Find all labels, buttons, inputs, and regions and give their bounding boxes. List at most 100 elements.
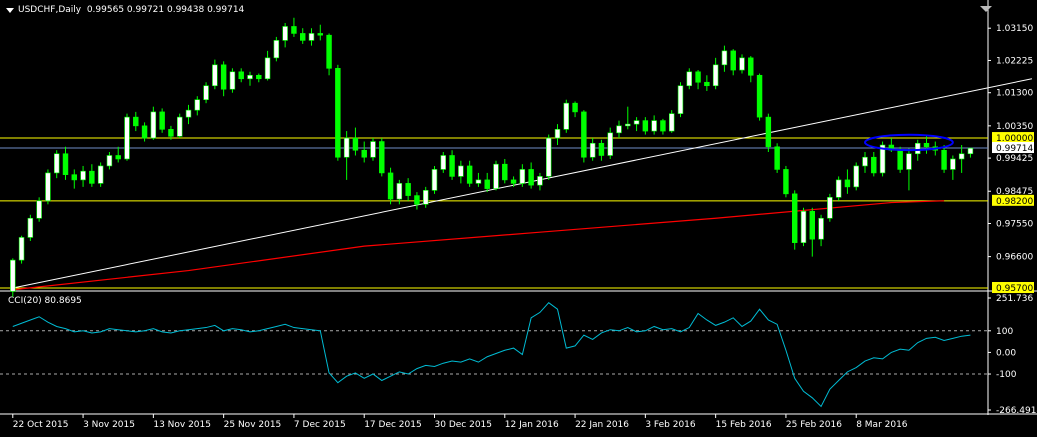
candle-body — [89, 170, 95, 184]
candle — [721, 45, 728, 72]
price-chart[interactable]: 1.031501.022251.013001.003500.994250.984… — [0, 0, 1037, 437]
candle-body — [510, 179, 517, 184]
candle-body — [422, 190, 429, 205]
candle-body — [625, 123, 631, 127]
candle-body — [299, 33, 306, 41]
candle-body — [704, 81, 710, 87]
candle — [352, 127, 359, 156]
candle — [176, 113, 183, 139]
candle — [273, 36, 280, 62]
candle — [853, 162, 859, 191]
candle-body — [774, 146, 780, 170]
candle-body — [791, 193, 798, 243]
candle — [308, 28, 315, 46]
candle-body — [581, 111, 587, 158]
candle-body — [712, 64, 719, 87]
candle-body — [853, 165, 859, 188]
cci-tick-label: 100 — [996, 327, 1013, 337]
x-tick-label: 25 Nov 2015 — [224, 420, 282, 430]
candle-body — [748, 57, 754, 76]
candle — [941, 145, 947, 173]
candle — [545, 134, 552, 180]
candle — [141, 122, 148, 142]
candle — [581, 110, 587, 163]
candle-body — [475, 179, 482, 184]
x-tick-label: 12 Jan 2016 — [505, 420, 559, 430]
candle — [449, 150, 455, 180]
candle-body — [572, 102, 578, 113]
candle — [809, 207, 816, 257]
candle — [133, 111, 139, 132]
candle-body — [220, 64, 227, 90]
candle — [18, 235, 25, 264]
candle-body — [115, 155, 121, 160]
candle — [871, 152, 877, 177]
candle — [598, 139, 605, 161]
candle-body — [756, 74, 763, 118]
candle-body — [695, 71, 701, 83]
candle — [800, 207, 807, 247]
candle — [651, 115, 657, 135]
x-tick-label: 17 Dec 2015 — [364, 420, 422, 430]
x-tick-label: 22 Oct 2015 — [13, 420, 69, 430]
candle-body — [528, 169, 534, 186]
candle — [247, 71, 253, 86]
candle — [493, 160, 499, 191]
candle — [379, 138, 385, 177]
candle-body — [53, 153, 60, 174]
candle — [625, 106, 631, 130]
candle — [185, 104, 192, 125]
y-tick-label: 0.97550 — [996, 219, 1033, 229]
candle-body — [914, 142, 921, 155]
candle-body — [431, 169, 438, 191]
candle — [238, 68, 244, 83]
cci-tick-label: 251.736 — [996, 294, 1033, 304]
candle — [106, 152, 113, 170]
candle-body — [124, 116, 130, 160]
candles — [10, 17, 974, 297]
candle-body — [256, 74, 262, 80]
y-tick-label: 1.02225 — [996, 56, 1033, 66]
candle-body — [71, 174, 78, 181]
candle — [115, 146, 121, 163]
candle-body — [440, 155, 447, 170]
candle-body — [677, 85, 684, 114]
candle — [791, 190, 798, 250]
cci-tick-label: -100 — [996, 370, 1017, 380]
candle-body — [721, 50, 728, 66]
candle — [194, 96, 201, 116]
x-tick-label: 7 Dec 2015 — [294, 420, 346, 430]
candle-body — [563, 102, 570, 130]
candle-body — [168, 129, 174, 137]
candle-body — [176, 116, 183, 137]
candle — [256, 73, 262, 83]
candle-body — [862, 156, 868, 167]
candle — [686, 68, 693, 90]
candle — [203, 82, 209, 104]
candle — [440, 152, 447, 173]
candle-body — [405, 183, 411, 196]
candle — [818, 214, 824, 247]
time-axis: 22 Oct 2015 3 Nov 2015 13 Nov 2015 25 Nov 2… — [12, 414, 908, 430]
candle — [563, 99, 570, 133]
candle — [71, 169, 78, 189]
candle — [554, 124, 561, 146]
candle-body — [616, 125, 622, 134]
candle-body — [159, 111, 165, 130]
candle — [159, 108, 165, 133]
candle — [712, 57, 719, 90]
price-label-text: 0.98200 — [996, 197, 1033, 207]
candle — [633, 117, 640, 132]
candle-body — [264, 57, 271, 80]
candle-body — [545, 137, 552, 177]
candle — [414, 192, 420, 210]
candle — [150, 106, 157, 140]
candle-body — [335, 68, 341, 158]
candle — [835, 176, 842, 201]
price-label-text: 0.99714 — [996, 144, 1033, 154]
candle — [519, 164, 526, 187]
candle — [10, 258, 16, 297]
candle — [475, 172, 482, 187]
candle-body — [396, 183, 403, 200]
candle — [756, 73, 763, 121]
